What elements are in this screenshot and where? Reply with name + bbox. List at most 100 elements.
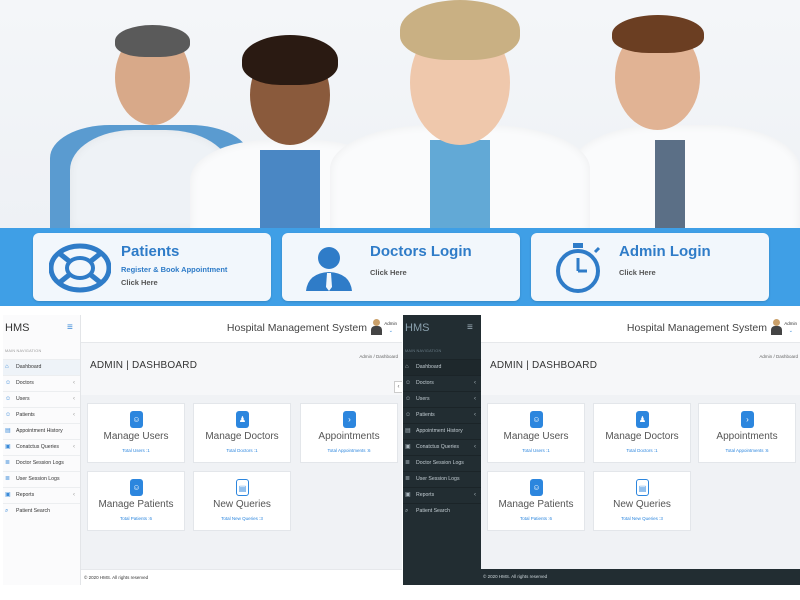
sidebar-item-appointment-history[interactable]: ▤ Appointment History	[403, 423, 481, 439]
chevron-down-icon[interactable]: ⌄	[789, 328, 793, 334]
user-icon: ☺	[405, 412, 412, 418]
patients-card[interactable]: Patients Register & Book Appointment Cli…	[33, 233, 271, 301]
file-icon: ▤	[405, 428, 411, 434]
tile-stat-link[interactable]: Total Patients :6	[88, 516, 184, 521]
click-here-link[interactable]: Click Here	[370, 268, 407, 277]
click-here-link[interactable]: Click Here	[619, 268, 656, 277]
smile-icon: ☺	[530, 411, 543, 428]
page-header: ADMIN | DASHBOARD Admin / Dashboard	[81, 343, 402, 395]
sidebar-item-doctor-session-logs[interactable]: ≣ Doctor Session Logs	[403, 455, 481, 471]
stopwatch-icon	[547, 243, 609, 293]
chevron-left-icon: ‹	[73, 380, 75, 386]
smile-icon: ☺	[530, 479, 543, 496]
card-subtitle: Register & Book Appointment	[121, 265, 228, 274]
doctor-icon	[298, 243, 360, 293]
chevron-left-icon: ‹	[474, 412, 476, 418]
card-title: Doctors Login	[370, 243, 472, 260]
sidebar-item-doctors[interactable]: ☺ Doctors ‹	[403, 375, 481, 391]
tile-stat-link[interactable]: Total Patients :6	[488, 516, 584, 521]
user-icon: ☺	[405, 396, 412, 402]
sidebar-item-patient-search[interactable]: ⌕ Patient Search	[403, 503, 481, 519]
smile-icon: ☺	[130, 479, 143, 496]
dashboard-light: HMS ≡ MAIN NAVIGATION ⌂ Dashboard ☺ Doctor…	[3, 315, 402, 585]
doctor-icon: ♟	[636, 411, 649, 428]
menu-toggle-icon[interactable]: ≡	[467, 322, 473, 333]
tile-manage-patients[interactable]: ☺ Manage Patients Total Patients :6	[487, 471, 585, 531]
footer: © 2020 HMS. All rights reserved	[81, 569, 402, 585]
avatar[interactable]	[371, 319, 382, 336]
tile-manage-users[interactable]: ☺ Manage Users Total Users :1	[87, 403, 185, 463]
tile-stat-link[interactable]: Total Doctors :1	[594, 448, 690, 453]
tile-appointments[interactable]: › Appointments Total Appointments :6	[698, 403, 796, 463]
tile-stat-link[interactable]: Total Users :1	[488, 448, 584, 453]
sidebar-item-users[interactable]: ☺ Users ‹	[3, 391, 80, 407]
tile-stat-link[interactable]: Total New Queries :3	[594, 516, 690, 521]
sidebar-item-reports[interactable]: ▣ Reports ‹	[403, 487, 481, 503]
system-title: Hospital Management System	[626, 322, 767, 334]
chevron-left-icon: ‹	[474, 396, 476, 402]
lifebuoy-icon	[48, 243, 112, 293]
sidebar-item-user-session-logs[interactable]: ≣ User Session Logs	[3, 471, 80, 487]
settings-toggle-button[interactable]: ‹	[394, 381, 402, 393]
admin-name[interactable]: Admin	[784, 321, 797, 326]
search-icon: ⌕	[5, 508, 9, 514]
tile-stat-link[interactable]: Total Users :1	[88, 448, 184, 453]
avatar[interactable]	[771, 319, 782, 336]
breadcrumb: Admin / Dashboard	[359, 354, 398, 359]
user-icon: ☺	[5, 380, 12, 386]
files-icon: ▣	[5, 444, 11, 450]
sidebar-item-patients[interactable]: ☺ Patients ‹	[403, 407, 481, 423]
breadcrumb-home[interactable]: Admin	[759, 354, 772, 359]
sidebar-item-contactus-queries[interactable]: ▣ Conatctus Queries ‹	[403, 439, 481, 455]
tile-manage-doctors[interactable]: ♟ Manage Doctors Total Doctors :1	[593, 403, 691, 463]
sidebar-item-appointment-history[interactable]: ▤ Appointment History	[3, 423, 80, 439]
sidebar-item-user-session-logs[interactable]: ≣ User Session Logs	[403, 471, 481, 487]
brand-logo[interactable]: HMS	[5, 322, 29, 334]
doctor-figure	[560, 10, 800, 228]
tile-new-queries[interactable]: ▤ New Queries Total New Queries :3	[193, 471, 291, 531]
sidebar-item-patients[interactable]: ☺ Patients ‹	[3, 407, 80, 423]
tile-new-queries[interactable]: ▤ New Queries Total New Queries :3	[593, 471, 691, 531]
sidebar-item-users[interactable]: ☺ Users ‹	[403, 391, 481, 407]
click-here-link[interactable]: Click Here	[121, 278, 158, 287]
chevron-down-icon[interactable]: ⌄	[389, 328, 393, 334]
card-title: Patients	[121, 243, 180, 260]
tile-stat-link[interactable]: Total Doctors :1	[194, 448, 290, 453]
sidebar-item-dashboard[interactable]: ⌂ Dashboard	[403, 359, 481, 375]
tile-manage-patients[interactable]: ☺ Manage Patients Total Patients :6	[87, 471, 185, 531]
terminal-icon: ›	[741, 411, 754, 428]
doctor-figure	[330, 0, 590, 228]
tile-stat-link[interactable]: Total Appointments :6	[699, 448, 795, 453]
files-icon: ▣	[405, 492, 411, 498]
sidebar: HMS ≡ MAIN NAVIGATION ⌂ Dashboard ☺ Doctor…	[403, 315, 481, 585]
search-icon: ⌕	[405, 508, 409, 514]
top-navbar: Hospital Management System Admin ⌄	[481, 315, 800, 343]
tile-manage-doctors[interactable]: ♟ Manage Doctors Total Doctors :1	[193, 403, 291, 463]
menu-toggle-icon[interactable]: ≡	[67, 322, 73, 333]
file-icon: ▤	[5, 428, 11, 434]
breadcrumb-home[interactable]: Admin	[359, 354, 372, 359]
chevron-left-icon: ‹	[73, 444, 75, 450]
sidebar-item-patient-search[interactable]: ⌕ Patient Search	[3, 503, 80, 519]
tile-appointments[interactable]: › Appointments Total Appointments :6	[300, 403, 398, 463]
sidebar-item-reports[interactable]: ▣ Reports ‹	[3, 487, 80, 503]
chevron-left-icon: ‹	[73, 396, 75, 402]
sidebar-item-doctors[interactable]: ☺ Doctors ‹	[3, 375, 80, 391]
admin-name[interactable]: Admin	[384, 321, 397, 326]
admin-login-card[interactable]: Admin Login Click Here	[531, 233, 769, 301]
home-icon: ⌂	[405, 364, 409, 370]
sidebar-item-doctor-session-logs[interactable]: ≣ Doctor Session Logs	[3, 455, 80, 471]
sidebar-item-dashboard[interactable]: ⌂ Dashboard	[3, 359, 80, 375]
chevron-left-icon: ‹	[73, 412, 75, 418]
tile-stat-link[interactable]: Total Appointments :6	[301, 448, 397, 453]
tile-manage-users[interactable]: ☺ Manage Users Total Users :1	[487, 403, 585, 463]
doctors-login-card[interactable]: Doctors Login Click Here	[282, 233, 520, 301]
nav-header: MAIN NAVIGATION	[405, 349, 442, 353]
brand-logo[interactable]: HMS	[405, 322, 429, 334]
top-navbar: Hospital Management System Admin ⌄	[81, 315, 402, 343]
breadcrumb-current: Dashboard	[375, 354, 398, 359]
doctor-icon: ♟	[236, 411, 249, 428]
sidebar-item-contactus-queries[interactable]: ▣ Conatctus Queries ‹	[3, 439, 80, 455]
files-icon: ▤	[236, 479, 249, 496]
tile-stat-link[interactable]: Total New Queries :3	[194, 516, 290, 521]
